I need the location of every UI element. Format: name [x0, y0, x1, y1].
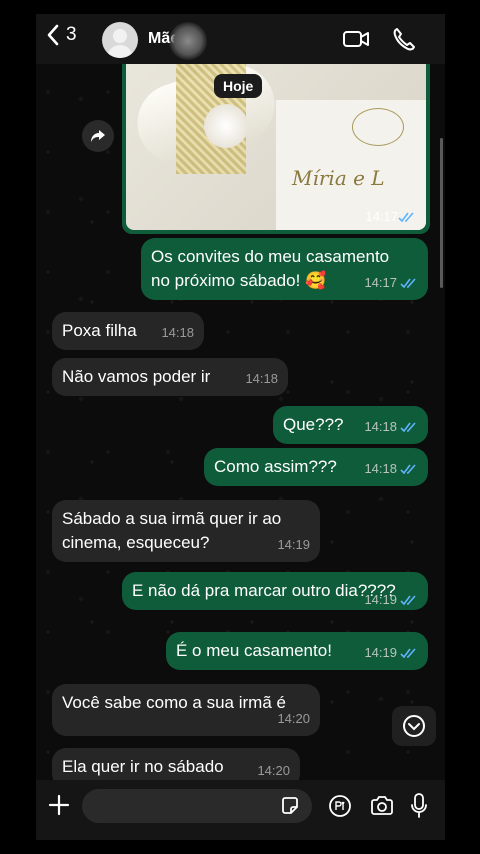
message-meta: 14:18: [364, 457, 418, 481]
message-text: Que???: [283, 415, 344, 434]
scroll-down-button[interactable]: [392, 706, 436, 746]
read-ticks-icon: [400, 278, 416, 289]
message-text: Sábado a sua irmã quer ir ao cinema, esq…: [62, 509, 282, 552]
pix-icon: [329, 795, 351, 817]
message-meta: 14:19: [364, 641, 418, 665]
read-ticks-icon: [400, 595, 416, 606]
phone-call-icon: [393, 28, 415, 51]
message-outgoing[interactable]: Os convites do meu casamento no próximo …: [141, 238, 428, 300]
back-button[interactable]: 3: [46, 24, 77, 46]
message-outgoing[interactable]: E não dá pra marcar outro dia???? 14:19: [122, 572, 428, 610]
video-call-icon: [343, 31, 369, 47]
microphone-icon: [411, 793, 427, 818]
date-chip: Hoje: [214, 74, 263, 98]
avatar[interactable]: [102, 22, 138, 58]
message-text: E não dá pra marcar outro dia????: [132, 581, 396, 600]
read-ticks-icon: [400, 422, 416, 433]
message-incoming[interactable]: Sábado a sua irmã quer ir ao cinema, esq…: [52, 500, 320, 562]
read-ticks-icon: [400, 648, 416, 659]
microphone-button[interactable]: [410, 793, 428, 824]
message-incoming[interactable]: Não vamos poder ir 14:18: [52, 358, 288, 396]
image-message[interactable]: Míria e L 14:17: [122, 64, 430, 234]
forward-button[interactable]: [82, 120, 114, 152]
message-meta: 14:18: [245, 371, 278, 386]
message-outgoing[interactable]: É o meu casamento! 14:19: [166, 632, 428, 670]
camera-button[interactable]: [370, 796, 394, 821]
message-incoming[interactable]: Você sabe como a sua irmã é 14:20: [52, 684, 320, 736]
chat-header: 3 Mãe: [36, 14, 445, 64]
message-meta: 14:17: [364, 271, 418, 295]
voice-call-button[interactable]: [392, 26, 416, 57]
invitation-names: Míria e L: [292, 166, 385, 190]
chat-area[interactable]: Míria e L 14:17 Hoje Os convites do meu …: [36, 64, 445, 788]
message-meta: 14:19: [277, 537, 310, 552]
scroll-down-icon: [403, 715, 425, 737]
forward-icon: [91, 130, 105, 142]
camera-icon: [371, 796, 393, 815]
message-outgoing[interactable]: Que??? 14:18: [273, 406, 428, 444]
back-chevron-icon: [47, 24, 59, 46]
message-text: Como assim???: [214, 457, 337, 476]
message-text: Ela quer ir no sábado: [62, 757, 224, 776]
wedding-invitation-photo[interactable]: Míria e L 14:17: [126, 64, 426, 230]
message-text: Poxa filha: [62, 321, 137, 340]
read-ticks-icon: [400, 464, 416, 475]
sticker-button[interactable]: [280, 796, 300, 821]
sticker-icon: [282, 797, 298, 814]
plus-icon: [48, 794, 70, 816]
scrollbar[interactable]: [440, 138, 443, 288]
pix-payment-button[interactable]: [328, 794, 352, 823]
back-count: 3: [66, 24, 77, 45]
message-time: 14:17: [365, 209, 416, 224]
message-input[interactable]: [82, 789, 312, 823]
message-meta: 14:18: [161, 325, 194, 340]
message-text: Não vamos poder ir: [62, 367, 211, 386]
compose-bar: [36, 780, 445, 840]
message-text: É o meu casamento!: [176, 641, 332, 660]
message-text: Você sabe como a sua irmã é: [62, 693, 286, 712]
message-meta: 14:18: [364, 415, 418, 439]
message-incoming[interactable]: Poxa filha 14:18: [52, 312, 204, 350]
video-call-button[interactable]: [342, 28, 370, 55]
phone-screen: 3 Mãe Míria e L 14:17 Hoje Os convites d…: [36, 14, 445, 840]
message-outgoing[interactable]: Como assim??? 14:18: [204, 448, 428, 486]
read-ticks-icon: [398, 211, 414, 222]
message-meta: 14:19: [364, 588, 418, 612]
touch-indicator: [169, 22, 207, 60]
attach-button[interactable]: [48, 794, 70, 821]
message-meta: 14:20: [277, 711, 310, 726]
